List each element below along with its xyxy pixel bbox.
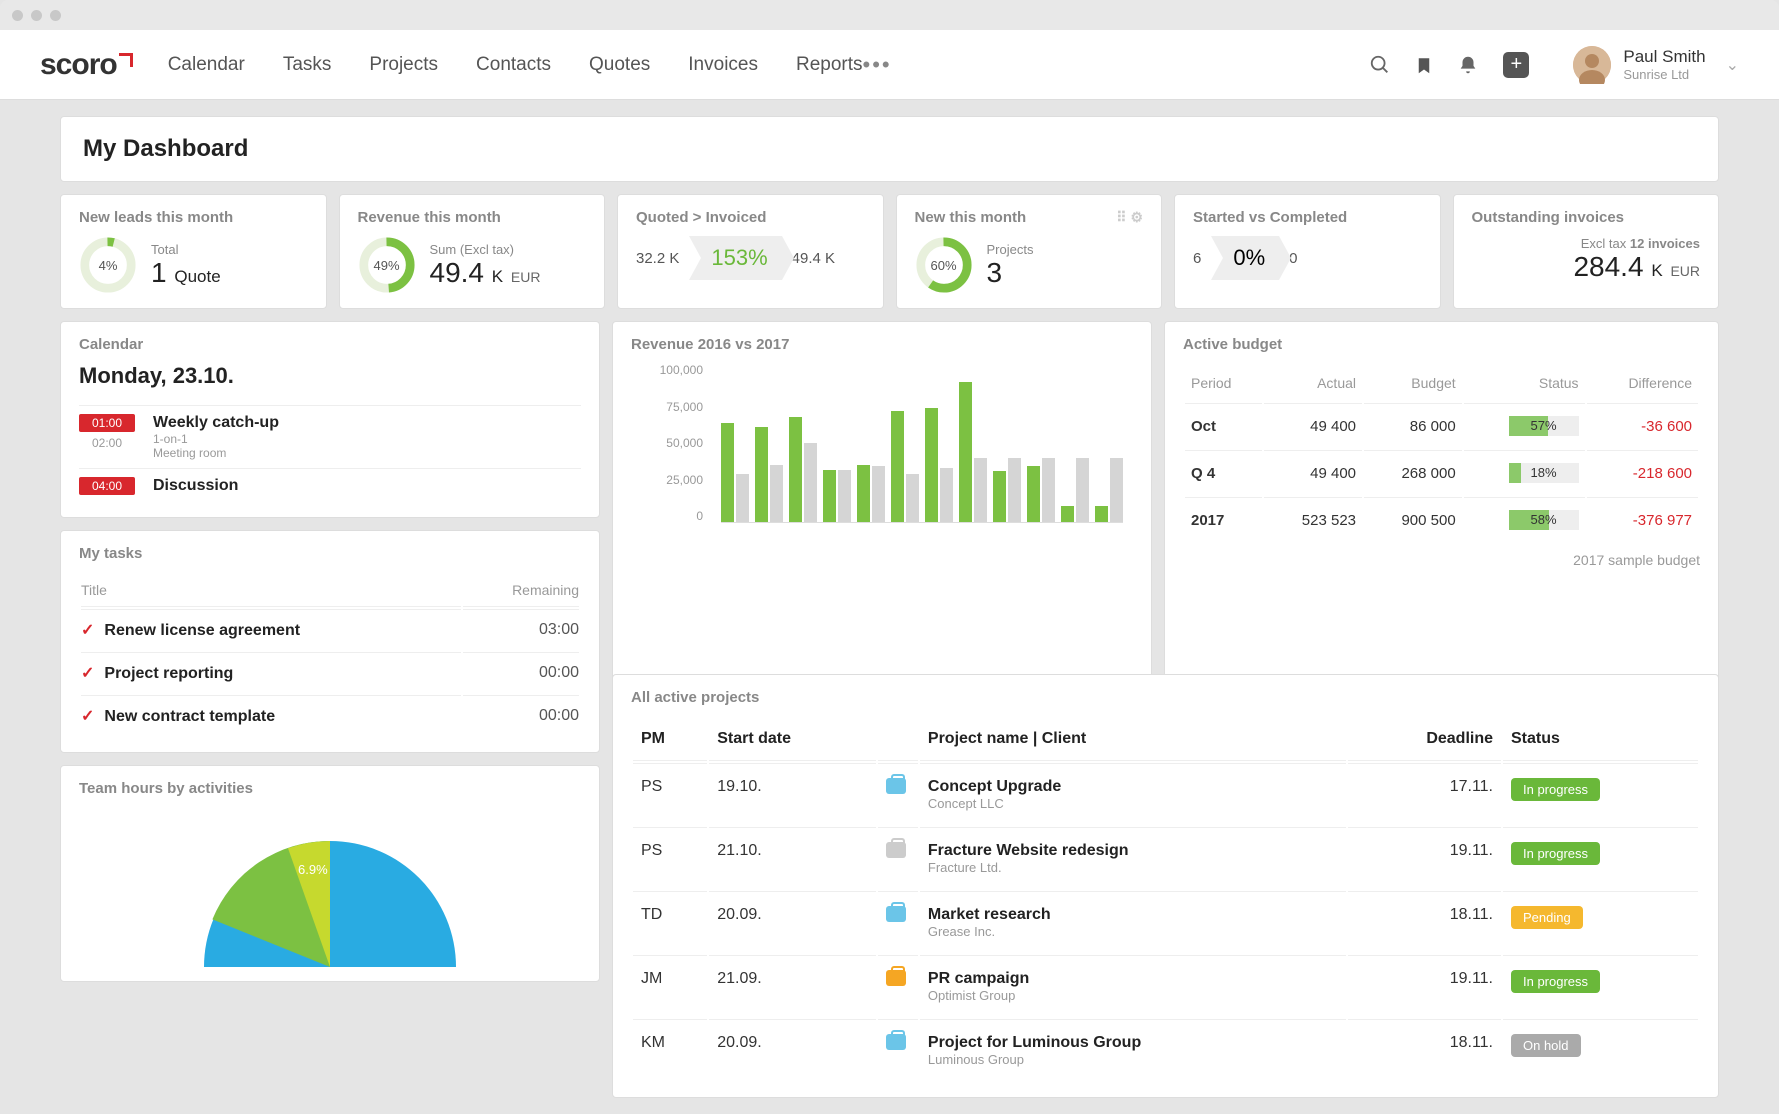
nav-invoices[interactable]: Invoices	[688, 54, 758, 76]
kpi-title: New this month⠿ ⚙	[915, 209, 1144, 226]
status-badge: In progress	[1511, 778, 1600, 801]
nav-contacts[interactable]: Contacts	[476, 54, 551, 76]
kpi-title: Revenue this month	[358, 209, 587, 226]
traffic-light-close[interactable]	[12, 10, 23, 21]
kpi-title: Started vs Completed	[1193, 209, 1422, 226]
task-row[interactable]: ✓Renew license agreement03:00	[81, 609, 579, 650]
window-titlebar	[0, 0, 1779, 30]
arrow-indicator: 0%	[1211, 236, 1279, 280]
kpi-title: New leads this month	[79, 209, 308, 226]
calendar-item[interactable]: 04:00Discussion	[79, 468, 581, 503]
user-company: Sunrise Ltd	[1623, 67, 1705, 82]
main-nav: Calendar Tasks Projects Contacts Quotes Invoi…	[168, 54, 863, 76]
time-badge: 01:00	[79, 414, 135, 432]
user-menu[interactable]: Paul Smith Sunrise Ltd ⌄	[1573, 46, 1739, 84]
chevron-down-icon: ⌄	[1726, 55, 1739, 75]
task-row[interactable]: ✓Project reporting00:00	[81, 652, 579, 693]
status-badge: On hold	[1511, 1034, 1581, 1057]
team-hours-widget: Team hours by activities 6.9%	[60, 765, 600, 982]
donut-chart: 60%	[915, 236, 973, 294]
kpi-new-leads[interactable]: New leads this month 4% Total1 Quote	[60, 194, 327, 309]
widget-title: Calendar	[79, 336, 581, 353]
project-row[interactable]: KM20.09.Project for Luminous GroupLumino…	[633, 1019, 1698, 1081]
bar-chart: 100,00075,00050,00025,0000	[631, 363, 1133, 543]
briefcase-icon	[886, 906, 906, 922]
kpi-title: Outstanding invoices	[1472, 209, 1701, 226]
kpi-outstanding[interactable]: Outstanding invoices Excl tax 12 invoice…	[1453, 194, 1720, 309]
search-icon[interactable]	[1369, 54, 1391, 76]
card-drag-icon[interactable]: ⠿ ⚙	[1116, 209, 1143, 226]
time-badge: 04:00	[79, 477, 135, 495]
widget-title: Active budget	[1183, 336, 1700, 353]
calendar-date: Monday, 23.10.	[79, 363, 581, 389]
check-icon[interactable]: ✓	[81, 708, 94, 725]
widget-title: Team hours by activities	[79, 780, 581, 797]
nav-reports[interactable]: Reports	[796, 54, 863, 76]
kpi-revenue[interactable]: Revenue this month 49% Sum (Excl tax)49.…	[339, 194, 606, 309]
nav-calendar[interactable]: Calendar	[168, 54, 245, 76]
page-title: My Dashboard	[83, 135, 1696, 163]
tasks-widget: My tasks TitleRemaining✓Renew license ag…	[60, 530, 600, 753]
top-navbar: scoro Calendar Tasks Projects Contacts Quote…	[0, 30, 1779, 100]
kpi-title: Quoted > Invoiced	[636, 209, 865, 226]
calendar-widget: Calendar Monday, 23.10. 01:0002:00Weekly…	[60, 321, 600, 518]
projects-widget: All active projects PMStart dateProject …	[612, 674, 1719, 1098]
nav-quotes[interactable]: Quotes	[589, 54, 650, 76]
nav-tasks[interactable]: Tasks	[283, 54, 332, 76]
project-row[interactable]: JM21.09.PR campaignOptimist Group19.11.I…	[633, 955, 1698, 1017]
project-row[interactable]: PS21.10.Fracture Website redesignFractur…	[633, 827, 1698, 889]
widget-title: All active projects	[631, 689, 1700, 706]
project-row[interactable]: TD20.09.Market researchGrease Inc.18.11.…	[633, 891, 1698, 953]
user-name: Paul Smith	[1623, 47, 1705, 67]
task-row[interactable]: ✓New contract template00:00	[81, 695, 579, 736]
logo-mark-icon	[119, 53, 133, 67]
bookmark-icon[interactable]	[1415, 54, 1433, 76]
check-icon[interactable]: ✓	[81, 665, 94, 682]
widget-title: My tasks	[79, 545, 581, 562]
widget-title: Revenue 2016 vs 2017	[631, 336, 1133, 353]
traffic-light-min[interactable]	[31, 10, 42, 21]
avatar	[1573, 46, 1611, 84]
donut-chart: 4%	[79, 236, 137, 294]
check-icon[interactable]: ✓	[81, 622, 94, 639]
budget-row[interactable]: 2017523 523900 50058%-376 977	[1185, 497, 1698, 542]
nav-more-icon[interactable]: •••	[863, 52, 892, 78]
kpi-quoted[interactable]: Quoted > Invoiced 32.2 K 153% 49.4 K	[617, 194, 884, 309]
logo[interactable]: scoro	[40, 48, 133, 82]
briefcase-icon	[886, 1034, 906, 1050]
arrow-indicator: 153%	[689, 236, 781, 280]
briefcase-icon	[886, 778, 906, 794]
status-badge: Pending	[1511, 906, 1583, 929]
page-header: My Dashboard	[60, 116, 1719, 182]
budget-note: 2017 sample budget	[1183, 552, 1700, 568]
add-button[interactable]: +	[1503, 52, 1529, 78]
project-row[interactable]: PS19.10.Concept UpgradeConcept LLC17.11.…	[633, 763, 1698, 825]
traffic-light-max[interactable]	[50, 10, 61, 21]
kpi-new-month[interactable]: New this month⠿ ⚙ 60% Projects3	[896, 194, 1163, 309]
briefcase-icon	[886, 970, 906, 986]
kpi-started-completed[interactable]: Started vs Completed 6 0% 0	[1174, 194, 1441, 309]
status-badge: In progress	[1511, 842, 1600, 865]
pie-chart: 6.9%	[190, 827, 470, 967]
calendar-item[interactable]: 01:0002:00Weekly catch-up1-on-1Meeting r…	[79, 405, 581, 468]
nav-projects[interactable]: Projects	[369, 54, 438, 76]
briefcase-icon	[886, 842, 906, 858]
status-badge: In progress	[1511, 970, 1600, 993]
budget-row[interactable]: Q 449 400268 00018%-218 600	[1185, 450, 1698, 495]
donut-chart: 49%	[358, 236, 416, 294]
budget-row[interactable]: Oct49 40086 00057%-36 600	[1185, 403, 1698, 448]
bell-icon[interactable]	[1457, 54, 1479, 76]
